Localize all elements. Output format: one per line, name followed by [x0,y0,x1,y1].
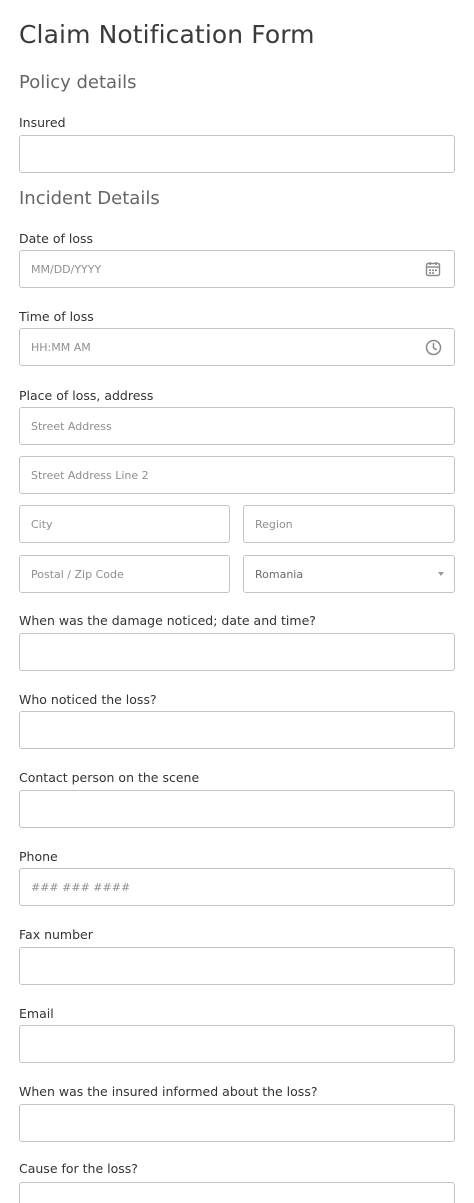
place-of-loss-label: Place of loss, address [19,388,154,403]
cause-input[interactable] [19,1182,455,1203]
insured-informed-label: When was the insured informed about the … [19,1084,318,1099]
contact-person-label: Contact person on the scene [19,770,200,785]
time-of-loss-placeholder: HH:MM AM [31,340,91,354]
who-noticed-input[interactable] [19,711,455,749]
email-input[interactable] [19,1025,455,1063]
who-noticed-label: Who noticed the loss? [19,692,157,707]
date-of-loss-label: Date of loss [19,231,94,246]
section-incident-details: Incident Details [19,188,160,209]
time-of-loss-input[interactable]: HH:MM AM [19,328,455,366]
chevron-down-icon [438,572,444,576]
insured-label: Insured [19,115,66,130]
damage-noticed-label: When was the damage noticed; date and ti… [19,613,316,628]
calendar-icon[interactable] [424,260,442,278]
city-placeholder: City [31,517,53,531]
date-of-loss-placeholder: MM/DD/YYYY [31,262,102,276]
cause-label: Cause for the loss? [19,1161,138,1176]
section-policy-details: Policy details [19,72,137,93]
postal-code-placeholder: Postal / Zip Code [31,567,124,581]
contact-person-input[interactable] [19,790,455,828]
street-address-placeholder: Street Address [31,419,112,433]
email-label: Email [19,1006,54,1021]
street-address-line2-input[interactable]: Street Address Line 2 [19,456,455,494]
claim-notification-form: Claim Notification Form Policy details I… [0,0,474,1203]
city-input[interactable]: City [19,505,230,543]
street-address-input[interactable]: Street Address [19,407,455,445]
fax-label: Fax number [19,927,93,942]
insured-input[interactable] [19,135,455,173]
country-selected-value: Romania [255,567,304,581]
fax-input[interactable] [19,947,455,985]
form-title: Claim Notification Form [19,20,315,49]
country-select[interactable]: Romania [243,555,455,593]
damage-noticed-input[interactable] [19,633,455,671]
time-of-loss-label: Time of loss [19,309,94,324]
date-of-loss-input[interactable]: MM/DD/YYYY [19,250,455,288]
clock-icon[interactable] [424,338,442,356]
postal-code-input[interactable]: Postal / Zip Code [19,555,230,593]
region-placeholder: Region [255,517,293,531]
region-input[interactable]: Region [243,505,455,543]
phone-label: Phone [19,849,58,864]
phone-input[interactable]: ### ### #### [19,868,455,906]
street-address-line2-placeholder: Street Address Line 2 [31,468,149,482]
insured-informed-input[interactable] [19,1104,455,1142]
phone-placeholder: ### ### #### [31,880,131,894]
